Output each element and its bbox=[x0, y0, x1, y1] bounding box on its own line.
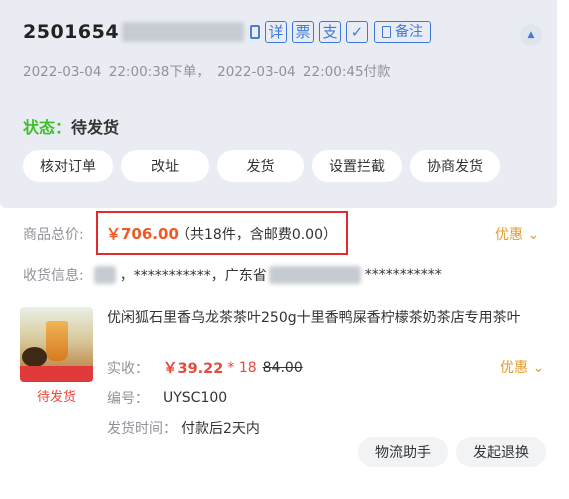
paid-row: 实收： ￥39.22 * 18 84.00 bbox=[107, 357, 303, 378]
redacted-address bbox=[268, 266, 361, 284]
address-label: 收货信息: bbox=[23, 268, 84, 284]
item-discount-toggle[interactable]: 优惠 ⌄ bbox=[500, 357, 544, 377]
product-thumbnail[interactable] bbox=[20, 307, 93, 382]
note-icon bbox=[382, 26, 392, 38]
code-label: 编号： bbox=[107, 391, 149, 407]
order-times: 2022-03-04 22:00:38下单， 2022-03-04 22:00:… bbox=[23, 64, 391, 80]
paid-label: 实收： bbox=[107, 360, 149, 377]
chevron-down-icon: ⌄ bbox=[527, 227, 540, 243]
order-action-buttons: 核对订单 改址 发货 设置拦截 协商发货 bbox=[23, 150, 508, 182]
invoice-tag[interactable]: 票 bbox=[292, 21, 315, 43]
ship-time-label: 发货时间： bbox=[107, 421, 177, 437]
ship-time-row: 发货时间： 付款后2天内 bbox=[107, 418, 260, 438]
collapse-arrow-icon[interactable]: ▲ bbox=[520, 24, 542, 46]
negotiate-shipping-button[interactable]: 协商发货 bbox=[410, 150, 500, 182]
change-address-button[interactable]: 改址 bbox=[121, 150, 209, 182]
chevron-down-icon: ⌄ bbox=[532, 360, 545, 376]
quantity: * 18 bbox=[227, 359, 257, 376]
redacted-name bbox=[93, 266, 116, 284]
order-status: 状态：待发货 bbox=[23, 114, 119, 138]
item-discount-label: 优惠 bbox=[500, 360, 528, 376]
total-price: ￥706.00 bbox=[106, 225, 179, 243]
status-value: 待发货 bbox=[71, 118, 120, 137]
address-masked: ，***********，广东省 bbox=[119, 268, 267, 284]
note-label: 备注 bbox=[395, 24, 424, 40]
item-status: 待发货 bbox=[37, 390, 77, 405]
discount-toggle[interactable]: 优惠 ⌄ bbox=[495, 224, 539, 244]
tea-cup-graphic bbox=[46, 321, 68, 361]
total-extra: （共18件，含邮费0.00） bbox=[176, 227, 337, 243]
check-icon[interactable]: ✓ bbox=[346, 21, 369, 43]
total-row: 商品总价: bbox=[23, 224, 84, 244]
address-tail: *********** bbox=[364, 267, 442, 283]
set-intercept-button[interactable]: 设置拦截 bbox=[312, 150, 402, 182]
initiate-return-button[interactable]: 发起退换 bbox=[456, 437, 546, 467]
product-name[interactable]: 优闲狐石里香乌龙茶茶叶250g十里香鸭屎香柠檬茶奶茶店专用茶叶 bbox=[107, 308, 547, 328]
redacted-order-suffix bbox=[122, 22, 245, 42]
paid-value: ￥39.22 bbox=[163, 361, 224, 377]
ship-button[interactable]: 发货 bbox=[217, 150, 304, 182]
payment-tag[interactable]: 支 bbox=[319, 21, 342, 43]
discount-label: 优惠 bbox=[495, 227, 523, 243]
ship-time-value: 付款后2天内 bbox=[181, 421, 260, 437]
original-price: 84.00 bbox=[262, 359, 303, 376]
verify-order-button[interactable]: 核对订单 bbox=[23, 150, 113, 182]
order-number: 2501654 bbox=[23, 21, 120, 43]
code-value: UYSC100 bbox=[163, 390, 228, 406]
address-row: 收货信息: ，***********，广东省 *********** bbox=[23, 265, 442, 285]
status-label: 状态： bbox=[23, 118, 72, 137]
tea-leaves-graphic bbox=[22, 347, 47, 367]
copy-icon[interactable] bbox=[250, 25, 261, 39]
logistics-helper-button[interactable]: 物流助手 bbox=[358, 437, 448, 467]
order-number-row: 2501654 详 票 支 ✓ 备注 bbox=[23, 21, 432, 43]
detail-tag[interactable]: 详 bbox=[265, 21, 288, 43]
note-button[interactable]: 备注 bbox=[374, 21, 432, 43]
code-row: 编号： UYSC100 bbox=[107, 388, 227, 408]
order-header-panel: 2501654 详 票 支 ✓ 备注 ▲ 2022-03-04 22:00:38… bbox=[0, 0, 557, 208]
total-label: 商品总价: bbox=[23, 227, 84, 243]
promo-strip bbox=[20, 366, 93, 382]
